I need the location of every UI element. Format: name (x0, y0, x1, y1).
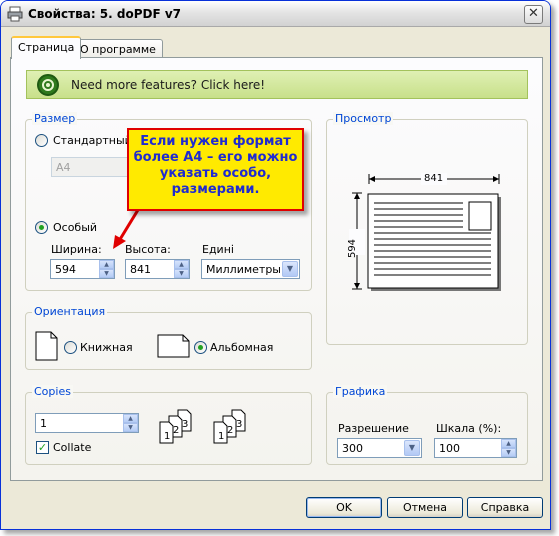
ok-button[interactable]: OK (306, 497, 382, 518)
help-button[interactable]: Справка (467, 497, 543, 518)
orientation-group-label: Ориентация (32, 305, 108, 318)
standard-size-value: A4 (56, 161, 71, 174)
height-value: 841 (130, 263, 151, 276)
resolution-value: 300 (342, 442, 363, 455)
preview-height-dimension: 594 (347, 238, 359, 259)
chevron-down-icon[interactable]: ▼ (404, 440, 420, 456)
dopdf-logo-icon (37, 74, 59, 96)
close-button[interactable]: ✕ (524, 5, 543, 24)
landscape-label: Альбомная (210, 341, 274, 354)
width-label: Ширина: (51, 243, 102, 256)
height-spinner[interactable]: ▲ ▼ (174, 260, 189, 278)
copies-group-label: Copies (32, 385, 73, 398)
spin-up-icon[interactable]: ▲ (501, 439, 516, 448)
portrait-label: Книжная (80, 341, 133, 354)
resolution-select[interactable]: 300 ▼ (337, 438, 422, 458)
upgrade-banner[interactable]: Need more features? Click here! (26, 70, 528, 99)
callout-line: размерами. (171, 182, 260, 197)
scale-label: Шкала (%): (436, 422, 502, 435)
title-bar[interactable]: Свойства: 5. doPDF v7 ✕ (1, 1, 550, 27)
width-value: 594 (55, 263, 76, 276)
collate-page-number: 1 (164, 431, 170, 442)
collate-page-number: 2 (227, 425, 233, 436)
banner-text: Need more features? Click here! (71, 78, 266, 92)
page-preview (349, 173, 501, 291)
chevron-down-icon[interactable]: ▼ (282, 261, 298, 277)
collate-page-number: 3 (182, 419, 188, 430)
cancel-button[interactable]: Отмена (387, 497, 463, 518)
spin-down-icon[interactable]: ▼ (501, 448, 516, 457)
scale-spinner[interactable]: ▲ ▼ (501, 439, 516, 457)
spin-down-icon[interactable]: ▼ (123, 423, 138, 432)
portrait-radio[interactable] (64, 341, 77, 354)
callout-line: указать особо, (159, 166, 272, 181)
collate-label: Collate (53, 441, 92, 454)
callout-line: более A4 – его можно (133, 150, 298, 165)
spin-down-icon[interactable]: ▼ (99, 269, 114, 278)
preview-width-dimension: 841 (424, 173, 444, 184)
units-select[interactable]: Миллиметры ▼ (201, 259, 300, 279)
units-label: Едині (202, 243, 234, 256)
units-value: Миллиметры (206, 263, 281, 276)
standard-size-label: Стандартный (53, 134, 132, 147)
spin-up-icon[interactable]: ▲ (174, 260, 189, 269)
graphics-group-label: Графика (333, 385, 388, 398)
tab-about-label: О программе (80, 43, 156, 56)
copies-value: 1 (40, 417, 47, 430)
collate-page-number: 3 (236, 419, 242, 430)
preview-group-label: Просмотр (333, 112, 394, 125)
spin-down-icon[interactable]: ▼ (174, 269, 189, 278)
size-group-label: Размер (32, 112, 78, 125)
spin-up-icon[interactable]: ▲ (123, 414, 138, 423)
collate-page-number: 1 (218, 431, 224, 442)
annotation-callout: Если нужен формат более A4 – его можно у… (127, 128, 304, 211)
window-title: Свойства: 5. doPDF v7 (28, 7, 182, 21)
callout-line: Если нужен формат (140, 134, 291, 149)
standard-size-radio[interactable] (35, 134, 48, 147)
width-input[interactable]: 594 ▲ ▼ (50, 259, 115, 279)
collate-checkbox[interactable]: ✓ (36, 441, 49, 454)
portrait-page-icon (35, 331, 58, 361)
tab-page[interactable]: Страница (11, 36, 82, 59)
landscape-radio[interactable] (194, 341, 207, 354)
copies-input[interactable]: 1 ▲ ▼ (35, 413, 139, 433)
copies-spinner[interactable]: ▲ ▼ (123, 414, 138, 432)
printer-icon (7, 6, 23, 22)
height-input[interactable]: 841 ▲ ▼ (125, 259, 190, 279)
collate-page-number: 2 (173, 425, 179, 436)
scale-input[interactable]: 100 ▲ ▼ (434, 438, 517, 458)
tab-page-label: Страница (18, 41, 75, 54)
spin-up-icon[interactable]: ▲ (99, 260, 114, 269)
scale-value: 100 (439, 442, 460, 455)
standard-size-select[interactable]: A4 (51, 157, 131, 177)
landscape-page-icon (157, 334, 190, 358)
resolution-label: Разрешение (338, 422, 409, 435)
collate-pages-icon: 3 2 1 3 2 1 (159, 409, 246, 444)
custom-size-label: Особый (53, 221, 98, 234)
width-spinner[interactable]: ▲ ▼ (99, 260, 114, 278)
custom-size-radio[interactable] (35, 221, 48, 234)
properties-dialog: Свойства: 5. doPDF v7 ✕ Страница О прогр… (0, 0, 551, 530)
